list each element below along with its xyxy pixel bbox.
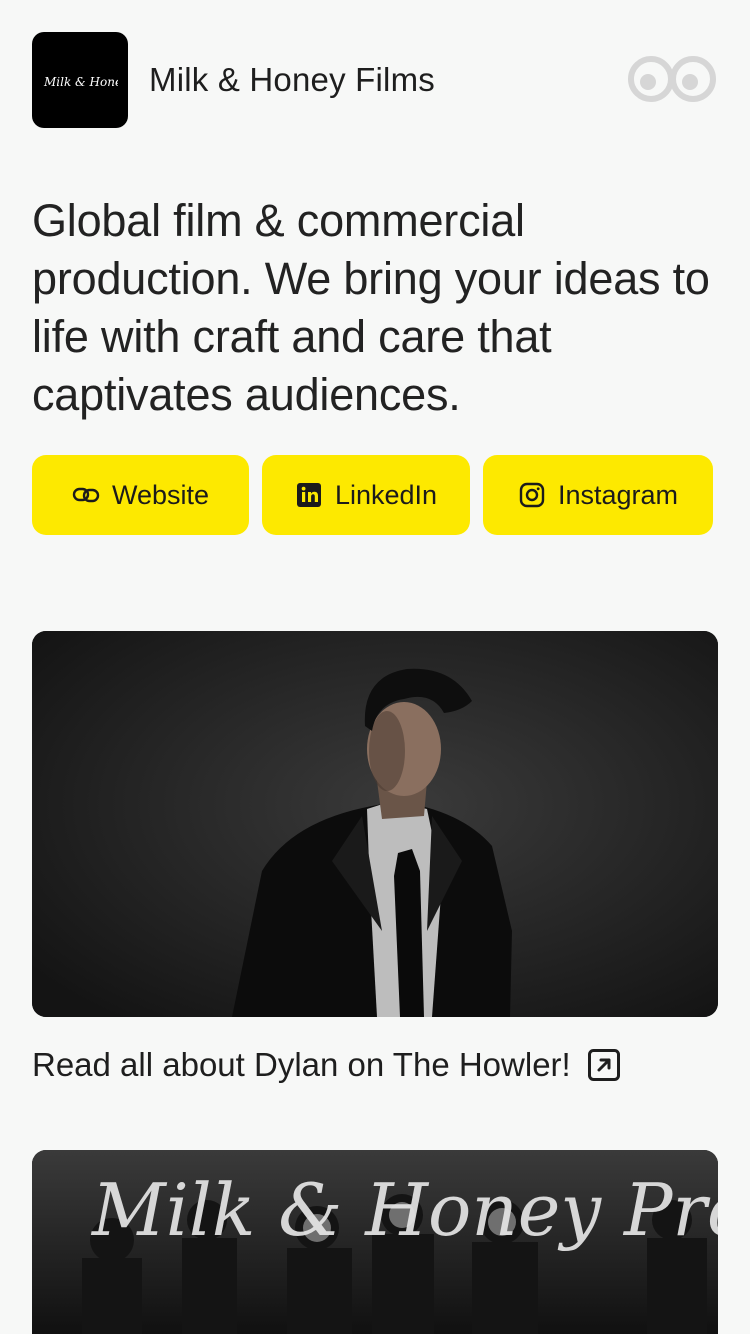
milk-honey-logo: Milk & Honey [43, 75, 118, 89]
social-links: Website LinkedIn Instagram [32, 455, 718, 535]
linkedin-label: LinkedIn [334, 479, 438, 510]
link-icon [72, 487, 100, 503]
instagram-icon [519, 482, 545, 508]
linkedin-icon [296, 483, 321, 507]
card-caption: Read all about Dylan on The Howler! [32, 1046, 571, 1083]
website-label: Website [111, 479, 210, 510]
dylan-portrait-image[interactable] [32, 631, 718, 1017]
avatar: Milk & Honey [32, 32, 128, 128]
svg-text:Milk & Honey: Milk & Honey [43, 75, 118, 89]
crew-photo: Milk & Honey Productions [32, 1150, 718, 1334]
dylan-article-link[interactable]: Read all about Dylan on The Howler! [32, 1040, 621, 1090]
share-toggle-icon[interactable] [628, 54, 718, 104]
website-button[interactable]: Website [32, 455, 249, 535]
portrait-photo [32, 631, 718, 1017]
linkedin-button[interactable]: LinkedIn [262, 455, 470, 535]
instagram-label: Instagram [557, 479, 679, 510]
instagram-button[interactable]: Instagram [483, 455, 713, 535]
external-link-icon [587, 1049, 620, 1081]
crew-photo-image[interactable]: Milk & Honey Productions [32, 1150, 718, 1334]
profile-header: Milk & Honey Milk & Honey Films [32, 32, 718, 128]
profile-name: Milk & Honey Films [149, 61, 435, 98]
overlay-script-text: Milk & Honey Productions [90, 1168, 718, 1252]
profile-bio: Global film & commercial production. We … [32, 195, 710, 420]
